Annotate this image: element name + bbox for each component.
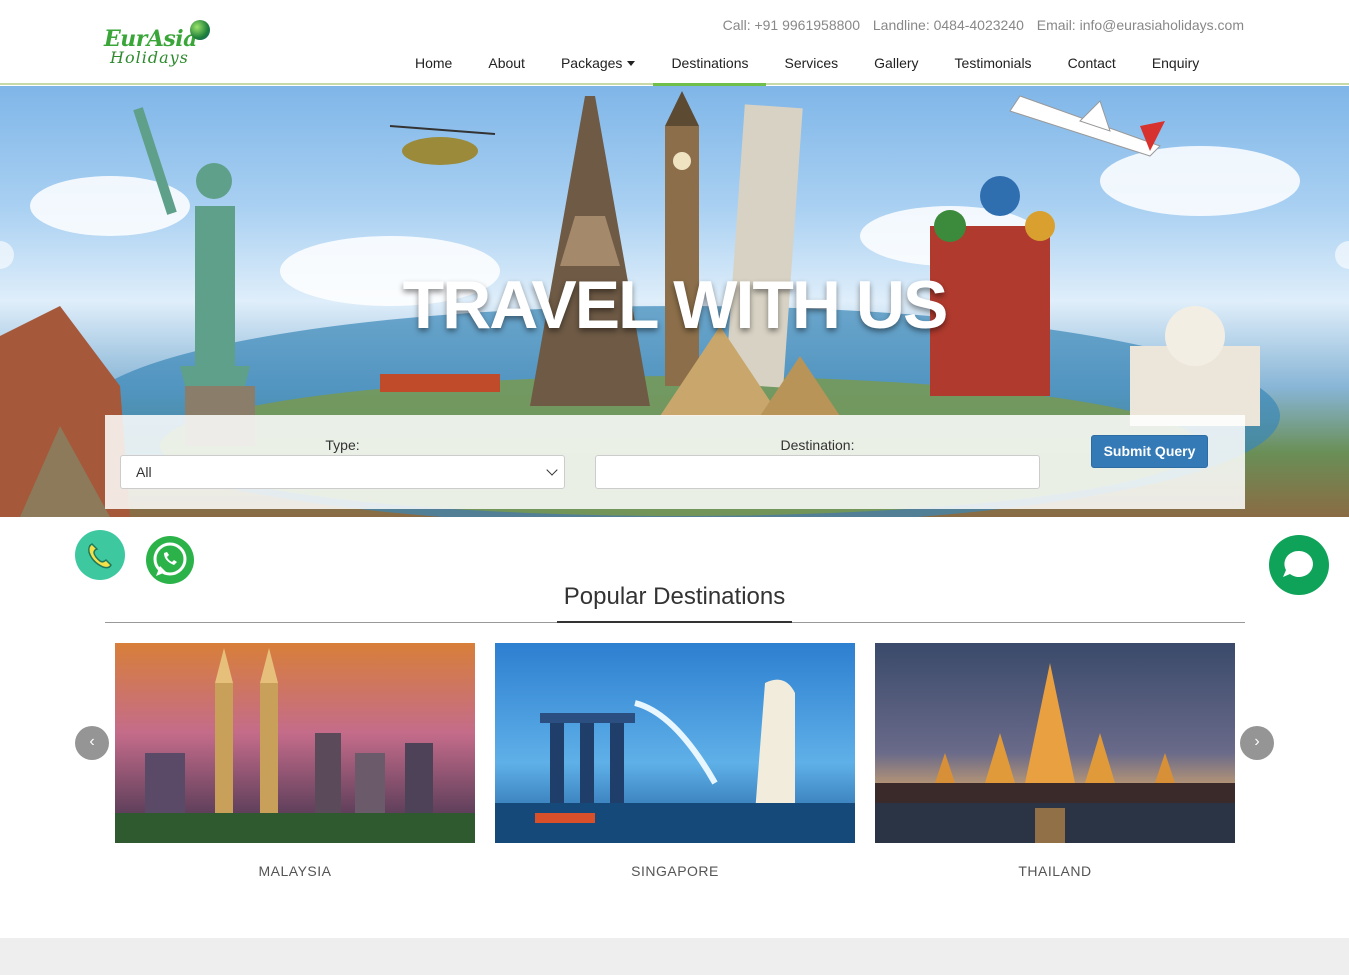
destination-card-singapore[interactable]: SINGAPORE xyxy=(495,643,855,879)
hero-title: TRAVEL WITH US xyxy=(402,267,949,343)
site-header: EurAsia Holidays Call: +91 9961958800 La… xyxy=(0,0,1349,86)
popular-destinations-title: Popular Destinations xyxy=(563,583,786,610)
search-form: Type: All Destination: Submit Query xyxy=(105,415,1245,509)
nav-destinations-label: Destinations xyxy=(671,55,749,71)
destination-name[interactable]: THAILAND xyxy=(875,863,1235,879)
phone-call-icon[interactable] xyxy=(75,530,125,580)
logo-sub-text: Holidays xyxy=(110,48,189,67)
malaysia-skyline-graphic xyxy=(115,643,475,843)
nav-enquiry[interactable]: Enquiry xyxy=(1134,52,1217,85)
site-logo[interactable]: EurAsia Holidays xyxy=(104,20,216,72)
destination-input[interactable] xyxy=(595,455,1040,489)
phone-glyph xyxy=(88,543,112,569)
nav-contact-label: Contact xyxy=(1067,55,1116,71)
nav-services-label: Services xyxy=(784,55,839,71)
destination-card-malaysia[interactable]: MALAYSIA xyxy=(115,643,475,879)
caret-down-icon xyxy=(627,61,636,66)
nav-about[interactable]: About xyxy=(470,52,543,85)
globe-icon xyxy=(190,20,210,40)
contact-email[interactable]: Email: info@eurasiaholidays.com xyxy=(1037,17,1244,33)
thailand-temple-graphic xyxy=(875,643,1235,843)
main-nav: Home About Packages Destinations Service… xyxy=(397,52,1217,86)
nav-testimonials[interactable]: Testimonials xyxy=(937,52,1050,85)
destination-label: Destination: xyxy=(780,437,855,453)
submit-query-button[interactable]: Submit Query xyxy=(1091,435,1208,468)
destination-name[interactable]: MALAYSIA xyxy=(115,863,475,879)
nav-home-label: Home xyxy=(415,55,453,71)
nav-gallery-label: Gallery xyxy=(874,55,919,71)
contact-call[interactable]: Call: +91 9961958800 xyxy=(723,17,860,33)
nav-about-label: About xyxy=(488,55,525,71)
nav-services[interactable]: Services xyxy=(766,52,856,85)
destination-name[interactable]: SINGAPORE xyxy=(495,863,855,879)
nav-home[interactable]: Home xyxy=(397,52,470,85)
carousel-prev-button[interactable]: ‹ xyxy=(75,726,109,760)
malaysia-image[interactable] xyxy=(115,643,475,843)
singapore-skyline-graphic xyxy=(495,643,855,843)
footer-band xyxy=(0,938,1349,975)
destination-card-thailand[interactable]: THAILAND xyxy=(875,643,1235,879)
nav-destinations[interactable]: Destinations xyxy=(653,52,767,86)
whatsapp-glyph xyxy=(146,536,194,584)
singapore-image[interactable] xyxy=(495,643,855,843)
nav-enquiry-label: Enquiry xyxy=(1151,55,1200,71)
type-label: Type: xyxy=(325,437,360,453)
nav-testimonials-label: Testimonials xyxy=(954,55,1032,71)
carousel-next-button[interactable]: › xyxy=(1240,726,1274,760)
whatsapp-icon[interactable] xyxy=(142,532,199,589)
nav-contact[interactable]: Contact xyxy=(1050,52,1134,85)
thailand-image[interactable] xyxy=(875,643,1235,843)
type-select-value: All xyxy=(136,464,152,480)
nav-gallery[interactable]: Gallery xyxy=(856,52,936,85)
contact-landline[interactable]: Landline: 0484-4023240 xyxy=(873,17,1024,33)
nav-packages-label: Packages xyxy=(560,55,623,71)
contact-info: Call: +91 9961958800 Landline: 0484-4023… xyxy=(714,17,1244,33)
nav-packages[interactable]: Packages xyxy=(543,52,653,85)
hero-banner: TRAVEL WITH US Type: All Destination: Su… xyxy=(0,86,1349,517)
title-underline xyxy=(557,621,792,623)
type-select[interactable]: All xyxy=(120,455,565,489)
chevron-down-icon xyxy=(546,464,558,476)
